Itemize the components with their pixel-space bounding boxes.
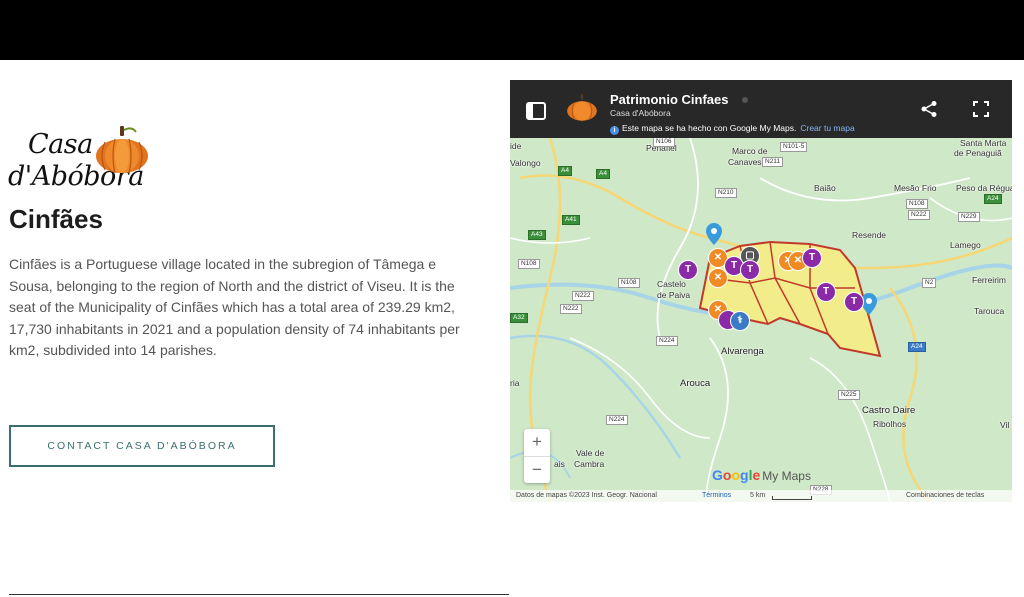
place-label: Valongo <box>510 158 541 168</box>
location-pin-icon[interactable] <box>706 223 722 245</box>
place-label: Ribolhos <box>873 419 907 429</box>
fullscreen-icon[interactable] <box>972 100 990 118</box>
page-title: Cinfães <box>9 204 103 234</box>
place-label: Marco de <box>732 146 768 156</box>
place-label: Cambra <box>574 459 605 469</box>
place-label: Vil <box>1000 420 1010 430</box>
map-header: Patrimonio Cinfaes Casa d'Abóbora i Este … <box>510 80 1012 138</box>
site-logo[interactable]: Casa d'Abóbora <box>8 124 153 196</box>
road-label: A4 <box>558 166 572 176</box>
road-label: N222 <box>560 304 582 314</box>
pumpkin-icon <box>96 126 148 174</box>
road-label: N229 <box>958 212 980 222</box>
place-label: Arouca <box>680 378 711 389</box>
road-label: N108 <box>618 278 640 288</box>
place-label: de Penaguiã <box>954 148 1002 158</box>
zoom-controls: + − <box>524 429 550 483</box>
landmark-pin-icon[interactable]: T <box>844 292 864 312</box>
village-description: Cinfães is a Portuguese village located … <box>9 256 460 359</box>
sidebar-toggle-icon[interactable] <box>526 102 546 120</box>
terms-link[interactable]: Términos <box>702 492 731 499</box>
info-line: i Este mapa se ha hecho con Google My Map… <box>610 123 855 135</box>
place-label: Baião <box>814 183 836 193</box>
contact-button[interactable]: CONTACT CASA D'ABÓBORA <box>9 425 275 467</box>
info-text: Este mapa se ha hecho con Google My Maps… <box>622 123 797 133</box>
top-black-bar <box>0 0 1024 60</box>
landmark-pin-icon[interactable]: T <box>816 282 836 302</box>
scale-bar <box>772 496 812 500</box>
scale-label: 5 km <box>750 492 766 499</box>
map-pumpkin-icon <box>567 93 597 121</box>
place-label: Castelo <box>657 279 686 289</box>
place-label: Castro Daire <box>862 405 916 416</box>
road-label: N211 <box>762 157 784 167</box>
place-label: Ferreirim <box>972 275 1006 285</box>
road-label: N108 <box>518 259 540 269</box>
road-label: N108 <box>906 199 928 209</box>
road-label: N2 <box>922 278 937 288</box>
road-label: A43 <box>528 230 546 240</box>
create-map-link[interactable]: Crear tu mapa <box>800 123 854 133</box>
place-label: Vale de <box>576 448 605 458</box>
landmark-pin-icon[interactable]: T <box>740 260 760 280</box>
zoom-out-button[interactable]: − <box>524 456 550 482</box>
map-attribution: Datos de mapas ©2023 Inst. Geogr. Nacion… <box>510 490 1012 502</box>
keyboard-shortcuts-link[interactable]: Combinaciones de teclas <box>906 492 984 499</box>
place-label: Tarouca <box>974 306 1005 316</box>
road-label: A24 <box>984 194 1002 204</box>
place-label: Resende <box>852 230 887 240</box>
map-canvas[interactable]: ide Valongo Penafiel Marco de Canaveses … <box>510 137 1012 502</box>
road-label: N106 <box>653 137 675 147</box>
map-embed[interactable]: Patrimonio Cinfaes Casa d'Abóbora i Este … <box>510 80 1012 502</box>
road-label: A24 <box>908 342 926 352</box>
map-data-credit: Datos de mapas ©2023 Inst. Geogr. Nacion… <box>516 492 657 499</box>
logo-text-line1: Casa <box>28 129 93 160</box>
title-dot-icon <box>742 97 748 103</box>
info-icon: i <box>610 126 619 135</box>
road-label: A32 <box>510 313 528 323</box>
road-label: N225 <box>838 390 860 400</box>
place-label: Peso da Régua <box>956 183 1012 193</box>
map-title[interactable]: Patrimonio Cinfaes <box>610 92 728 107</box>
road-label: N224 <box>606 415 628 425</box>
road-label: N101-5 <box>780 142 808 152</box>
road-label: A4 <box>596 169 610 179</box>
road-label: N222 <box>572 291 594 301</box>
place-label: ide <box>510 141 522 151</box>
dentist-pin-icon[interactable]: ⚕ <box>730 311 750 331</box>
landmark-pin-icon[interactable]: T <box>802 248 822 268</box>
share-icon[interactable] <box>920 100 938 118</box>
map-subtitle: Casa d'Abóbora <box>610 108 671 118</box>
road-label: N224 <box>656 336 678 346</box>
zoom-in-button[interactable]: + <box>524 429 550 455</box>
road-label: N210 <box>715 188 737 198</box>
road-label: A41 <box>562 215 580 225</box>
landmark-pin-icon[interactable]: T <box>678 260 698 280</box>
road-label: N222 <box>908 210 930 220</box>
google-my-maps-logo: Google My Maps <box>712 467 811 483</box>
place-label: Mesão Frio <box>894 183 937 193</box>
place-label: ria <box>510 378 520 388</box>
place-label: Santa Marta <box>960 138 1007 148</box>
place-label: de Paiva <box>657 290 691 300</box>
place-label: ais <box>554 459 565 469</box>
place-label: Alvarenga <box>721 346 764 357</box>
place-label: Lamego <box>950 240 981 250</box>
bottom-divider <box>9 594 509 595</box>
